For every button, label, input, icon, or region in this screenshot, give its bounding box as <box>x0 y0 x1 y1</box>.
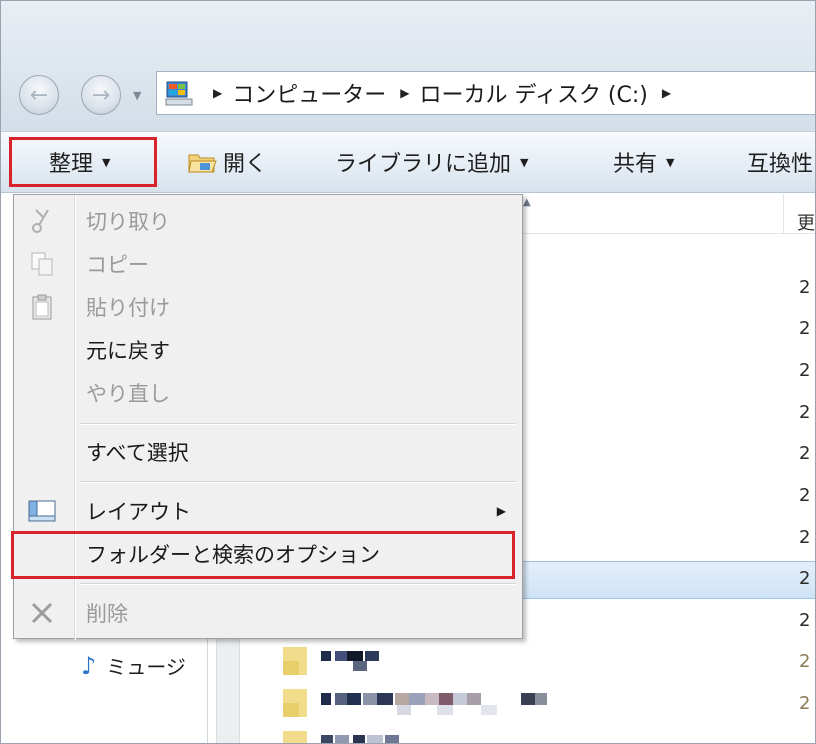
menu-item-layout[interactable]: レイアウト ▶ <box>14 491 522 531</box>
file-date: 2 <box>799 360 811 381</box>
add-to-library-label: ライブラリに追加 <box>335 152 512 177</box>
nav-pane-divider[interactable] <box>207 634 208 743</box>
file-date: 2 <box>799 443 811 464</box>
menu-item-label: 元に戻す <box>86 339 170 363</box>
breadcrumb-separator-icon[interactable]: ▶ <box>400 86 409 100</box>
copy-icon <box>22 244 62 284</box>
open-button[interactable]: 開く <box>187 131 267 193</box>
arrow-left-icon: ← <box>29 82 49 108</box>
breadcrumb-local-disk[interactable]: ローカル ディスク (C:) <box>419 77 647 109</box>
file-date: 2 <box>799 693 811 714</box>
column-divider[interactable] <box>783 194 784 234</box>
arrow-right-icon: → <box>91 82 111 108</box>
compat-button[interactable]: 互換性 <box>747 131 813 193</box>
caret-down-icon: ▼ <box>520 155 529 169</box>
share-button[interactable]: 共有 ▼ <box>613 131 674 193</box>
back-button[interactable]: ← <box>19 75 59 115</box>
music-note-icon: ♪ <box>81 651 97 680</box>
compat-label: 互換性 <box>747 152 814 177</box>
add-to-library-button[interactable]: ライブラリに追加 ▼ <box>335 131 528 193</box>
folder-options-highlight-box <box>11 531 515 579</box>
menu-separator <box>80 424 516 425</box>
file-date: 2 <box>799 277 811 298</box>
breadcrumb-computer[interactable]: コンピューター <box>232 77 386 109</box>
menu-item-label: 貼り付け <box>86 296 170 320</box>
column-header-modified[interactable]: 更 <box>797 209 815 235</box>
file-date: 2 <box>799 568 811 589</box>
sort-up-icon: ▲ <box>523 197 531 208</box>
organize-highlight-box <box>9 137 157 187</box>
menu-item-label: レイアウト <box>86 500 191 524</box>
selected-file-row[interactable] <box>521 561 815 599</box>
menu-item-label: 切り取り <box>86 210 170 234</box>
menu-item-select-all[interactable]: すべて選択 <box>14 432 522 472</box>
delete-x-icon <box>22 593 62 633</box>
menu-item-label: 削除 <box>86 602 128 626</box>
nav-item-music[interactable]: ♪ ミュージ <box>81 651 186 680</box>
open-label: 開く <box>223 152 268 177</box>
menu-item-paste[interactable]: 貼り付け <box>14 287 522 327</box>
scissors-icon <box>22 201 62 241</box>
layout-pane-icon <box>22 491 62 531</box>
file-date: 2 <box>799 527 811 548</box>
nav-pane-scrollbar[interactable] <box>216 634 240 743</box>
forward-button[interactable]: → <box>81 75 121 115</box>
file-date: 2 <box>799 318 811 339</box>
file-date: 2 <box>799 610 811 631</box>
file-date: 2 <box>799 402 811 423</box>
recent-pages-dropdown[interactable]: ▼ <box>133 89 141 102</box>
menu-item-undo[interactable]: 元に戻す <box>14 330 522 370</box>
breadcrumb-separator-icon[interactable]: ▶ <box>662 86 671 100</box>
menu-item-delete[interactable]: 削除 <box>14 593 522 633</box>
clipboard-icon <box>22 287 62 327</box>
explorer-window: ← → ▼ ▶ コンピューター ▶ ローカル ディスク (C:) ▶ 整理▼ <box>0 0 816 744</box>
file-date: 2 <box>799 485 811 506</box>
nav-item-music-label: ミュージ <box>106 655 186 679</box>
breadcrumb-separator-icon[interactable]: ▶ <box>213 86 222 100</box>
file-date: 2 <box>799 651 811 672</box>
caret-down-icon: ▼ <box>666 155 675 169</box>
menu-separator <box>80 584 516 585</box>
menu-item-label: やり直し <box>86 382 170 406</box>
folder-open-icon <box>187 149 217 175</box>
column-header-row <box>521 194 815 234</box>
menu-item-label: すべて選択 <box>86 441 189 465</box>
share-label: 共有 <box>613 152 658 177</box>
menu-item-copy[interactable]: コピー <box>14 244 522 284</box>
menu-item-label: コピー <box>86 253 149 277</box>
menu-item-redo[interactable]: やり直し <box>14 373 522 413</box>
menu-separator <box>80 482 516 483</box>
submenu-arrow-icon: ▶ <box>496 504 506 518</box>
address-bar[interactable]: ▶ コンピューター ▶ ローカル ディスク (C:) ▶ <box>156 71 815 115</box>
menu-item-cut[interactable]: 切り取り <box>14 201 522 241</box>
computer-icon <box>159 73 199 113</box>
